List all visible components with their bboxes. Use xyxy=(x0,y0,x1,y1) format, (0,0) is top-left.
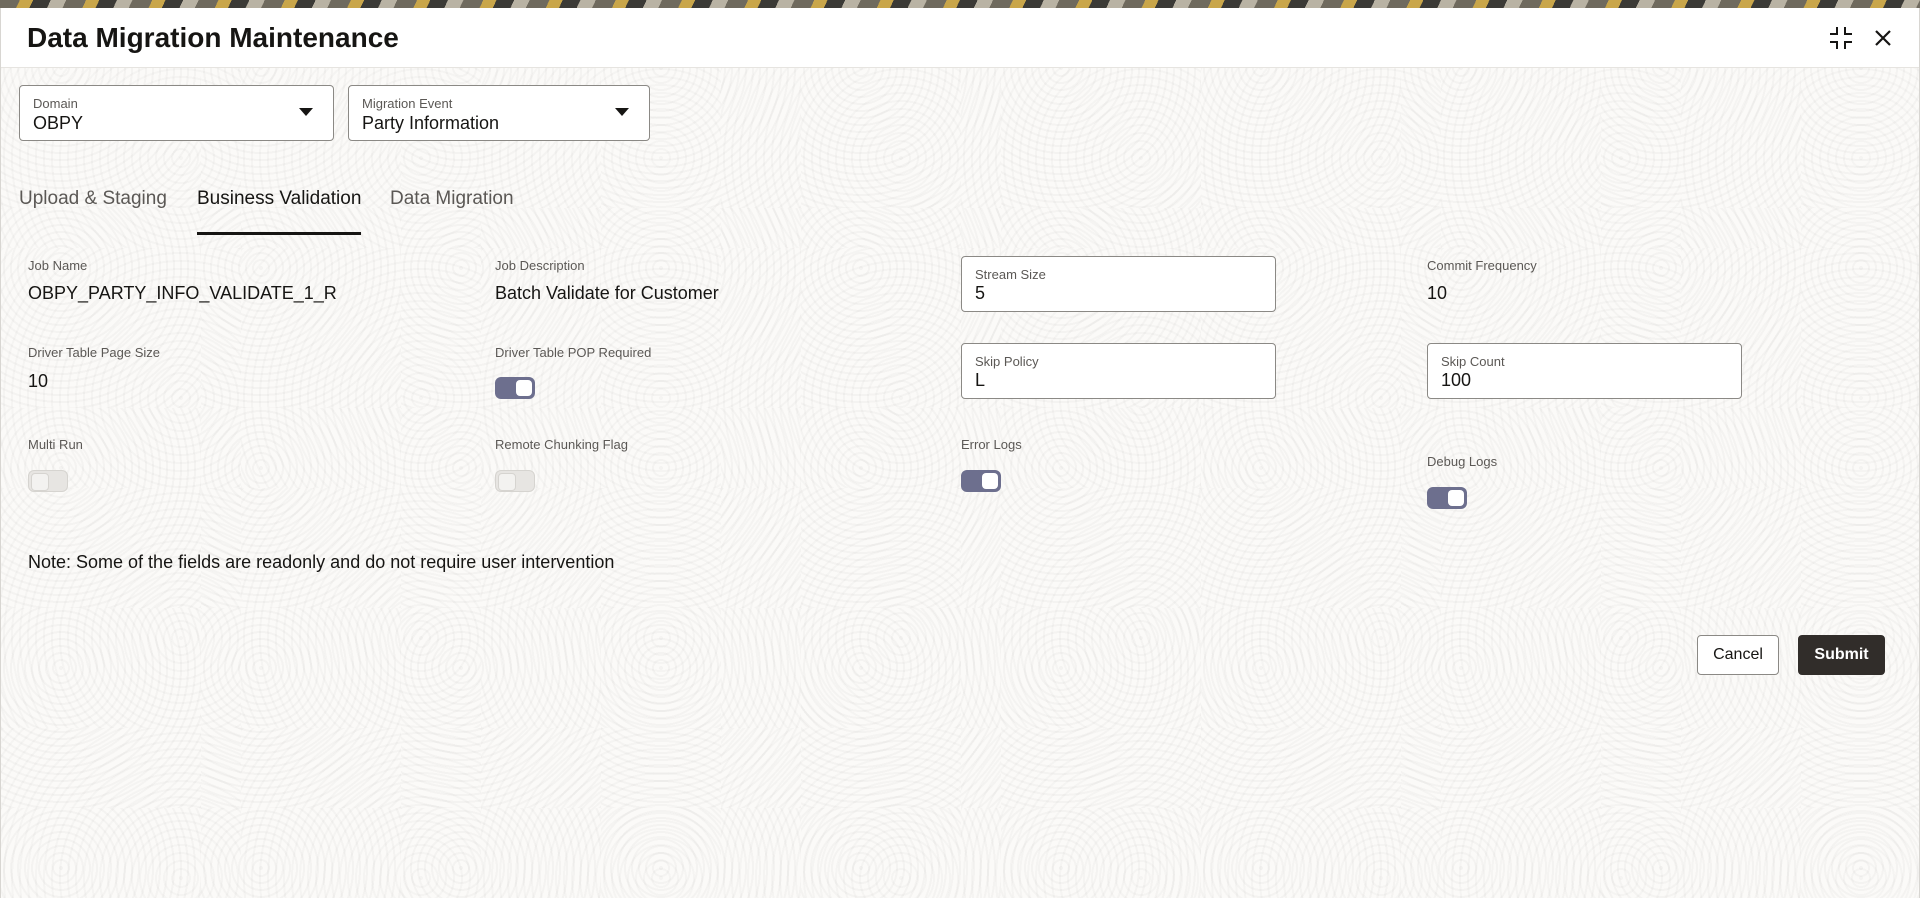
domain-label: Domain xyxy=(33,96,78,111)
job-name-label: Job Name xyxy=(28,258,88,273)
migration-event-value: Party Information xyxy=(362,113,500,133)
stream-size-value: 5 xyxy=(975,283,986,303)
collapse-button[interactable] xyxy=(1825,22,1857,54)
error-logs-label: Error Logs xyxy=(961,437,1022,452)
skip-count-value: 100 xyxy=(1441,370,1472,390)
close-button[interactable] xyxy=(1867,22,1899,54)
skip-count-input[interactable]: Skip Count 100 xyxy=(1427,343,1742,399)
driver-table-page-size-label: Driver Table Page Size xyxy=(28,345,160,360)
multi-run-toggle[interactable] xyxy=(28,470,68,492)
data-migration-dialog: Data Migration Maintenance Domain OBPY M… xyxy=(0,8,1920,898)
job-name-value: OBPY_PARTY_INFO_VALIDATE_1_R xyxy=(28,283,337,303)
background-strip xyxy=(0,0,1920,8)
submit-button[interactable]: Submit xyxy=(1798,635,1885,675)
commit-frequency-value: 10 xyxy=(1427,283,1448,303)
domain-select[interactable]: Domain OBPY xyxy=(19,85,334,141)
driver-table-pop-required-toggle[interactable] xyxy=(495,377,535,399)
driver-table-page-size-value: 10 xyxy=(28,371,49,391)
stream-size-input[interactable]: Stream Size 5 xyxy=(961,256,1276,312)
collapse-icon xyxy=(1830,27,1852,49)
cancel-button[interactable]: Cancel xyxy=(1697,635,1779,675)
dialog-header: Data Migration Maintenance xyxy=(1,8,1919,68)
remote-chunking-flag-toggle[interactable] xyxy=(495,470,535,492)
tab-business-validation[interactable]: Business Validation xyxy=(197,188,362,236)
debug-logs-label: Debug Logs xyxy=(1427,454,1498,469)
skip-policy-input[interactable]: Skip Policy L xyxy=(961,343,1276,399)
remote-chunking-flag-label: Remote Chunking Flag xyxy=(495,437,628,452)
job-description-label: Job Description xyxy=(495,258,585,273)
commit-frequency-label: Commit Frequency xyxy=(1427,258,1537,273)
domain-value: OBPY xyxy=(33,113,84,133)
migration-event-label: Migration Event xyxy=(362,96,453,111)
readonly-note: Note: Some of the fields are readonly an… xyxy=(28,552,615,572)
caret-down-icon xyxy=(615,108,629,116)
caret-down-icon xyxy=(299,108,313,116)
migration-event-select[interactable]: Migration Event Party Information xyxy=(348,85,650,141)
driver-table-pop-required-label: Driver Table POP Required xyxy=(495,345,652,360)
close-icon xyxy=(1875,30,1891,46)
dialog-title: Data Migration Maintenance xyxy=(27,22,399,53)
tab-upload-staging[interactable]: Upload & Staging xyxy=(19,188,167,236)
skip-count-label: Skip Count xyxy=(1441,354,1505,369)
tab-data-migration[interactable]: Data Migration xyxy=(390,188,514,236)
debug-logs-toggle[interactable] xyxy=(1427,487,1467,509)
stream-size-label: Stream Size xyxy=(975,267,1046,282)
multi-run-label: Multi Run xyxy=(28,437,83,452)
skip-policy-value: L xyxy=(975,370,986,390)
skip-policy-label: Skip Policy xyxy=(975,354,1039,369)
error-logs-toggle[interactable] xyxy=(961,470,1001,492)
job-description-value: Batch Validate for Customer xyxy=(495,283,719,303)
